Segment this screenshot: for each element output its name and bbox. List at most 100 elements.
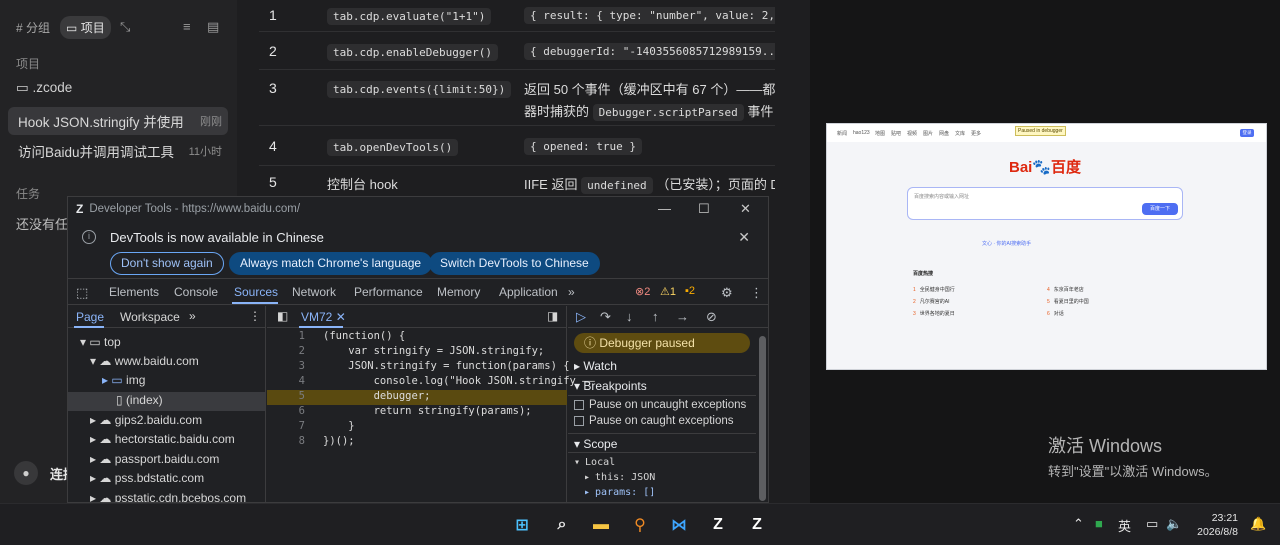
tab-group[interactable]: # 分组 [10, 16, 56, 39]
tab-memory[interactable]: Memory [437, 285, 480, 299]
tree-item-domain[interactable]: ▸ ☁ hectorstatic.baidu.com [90, 432, 235, 446]
toggle-debugger-icon[interactable]: ◨ [547, 309, 558, 323]
tab-page[interactable]: Page [76, 310, 104, 324]
scope-var-this[interactable]: ▸ this: JSON [584, 472, 655, 483]
switch-to-chinese-button[interactable]: Switch DevTools to Chinese [429, 252, 600, 275]
preview-nav-link: 图片 [923, 131, 934, 137]
step-into-icon[interactable]: ↓ [626, 309, 633, 324]
tree-selection [68, 392, 265, 411]
step-icon[interactable]: → [676, 309, 689, 324]
collapse-icon[interactable]: ⤡ [120, 19, 130, 35]
debugger-scrollbar[interactable] [759, 336, 766, 501]
code-line: 8})(); [298, 435, 355, 447]
zcode-app-icon[interactable]: Z [706, 513, 730, 537]
tab-projects[interactable]: ▭ 项目 [60, 16, 111, 39]
tab-sources[interactable]: Sources [234, 285, 278, 299]
match-language-button[interactable]: Always match Chrome's language [229, 252, 433, 275]
tab-performance[interactable]: Performance [354, 285, 423, 299]
pause-caught-checkbox[interactable]: Pause on caught exceptions [574, 415, 734, 427]
network-icon[interactable]: ▭ [1146, 516, 1158, 532]
tab-network[interactable]: Network [292, 285, 336, 299]
filter-icon[interactable]: ≡ [183, 19, 191, 34]
close-tab-icon[interactable]: ✕ [336, 310, 346, 324]
inspect-icon[interactable]: ⬚ [76, 285, 88, 301]
tree-item-domain[interactable]: ▸ ☁ gips2.baidu.com [90, 413, 202, 427]
file-explorer-icon[interactable]: ▬ [589, 513, 613, 537]
project-folder[interactable]: ▭ .zcode [16, 80, 72, 96]
sidebar-segment-tabs: # 分组 ▭ 项目 [10, 16, 111, 39]
cloud-icon: ▸ ☁ [90, 413, 115, 427]
resume-icon[interactable]: ▷ [576, 309, 586, 325]
tree-item-domain[interactable]: ▾ ☁ www.baidu.com [90, 354, 199, 368]
scope-local[interactable]: ▾ Local [574, 457, 615, 468]
paw-icon: 🐾 [1032, 159, 1052, 176]
preview-hot-item: 1 全民健身中国行 [913, 287, 955, 293]
active-tab-indicator [74, 326, 104, 328]
code-line: 3 JSON.stringify = function(params) { [298, 360, 570, 372]
tree-item-domain[interactable]: ▸ ☁ psstatic.cdn.bcebos.com [90, 491, 247, 503]
tab-console[interactable]: Console [174, 285, 218, 299]
result-text: 返回 50 个事件（缓冲区中有 67 个）——都 [524, 82, 775, 97]
tab-elements[interactable]: Elements [109, 285, 159, 299]
more-tabs-icon[interactable]: » [568, 285, 575, 299]
tree-item-folder[interactable]: ▸ ▭ img [102, 373, 145, 387]
tree-item-file[interactable]: ▯ (index) [116, 393, 163, 407]
step-over-icon[interactable]: ↷ [600, 309, 611, 325]
code-text: console.log("Hook JSON.stringify —— [323, 375, 595, 387]
dont-show-again-button[interactable]: Don't show again [110, 252, 224, 275]
minimize-icon[interactable]: — [658, 201, 671, 216]
debugger-paused-status: ⓘ Debugger paused [574, 333, 750, 353]
input-language[interactable]: 英 [1118, 516, 1131, 535]
preview-nav-link: hao123 [853, 130, 870, 136]
error-badge[interactable]: ⊗2 [635, 285, 650, 298]
toggle-navigator-icon[interactable]: ◧ [277, 309, 288, 323]
thread-item-hook[interactable]: Hook JSON.stringify 并使用 刚刚 [8, 107, 228, 135]
deactivate-breakpoints-icon[interactable]: ⊘ [706, 309, 717, 325]
clock[interactable]: 23:21 2026/8/8 [1197, 511, 1238, 539]
close-icon[interactable]: ✕ [740, 201, 751, 217]
watch-section[interactable]: ▸ Watch [568, 356, 756, 376]
scope-section[interactable]: ▾ Scope [568, 433, 756, 453]
tab-application[interactable]: Application [499, 285, 558, 299]
tray-overflow-icon[interactable]: ⌃ [1073, 516, 1084, 532]
banner-close-icon[interactable]: ✕ [738, 229, 750, 246]
search-icon[interactable]: ⌕ [550, 513, 574, 537]
step-out-icon[interactable]: ↑ [652, 309, 659, 324]
breakpoints-section[interactable]: ▾ Breakpoints [568, 376, 756, 396]
navigator-tabs: Page Workspace » ⋮ [68, 306, 265, 328]
settings-gear-icon[interactable]: ⚙ [721, 285, 733, 301]
volume-icon[interactable]: 🔈 [1166, 516, 1182, 532]
more-options-icon[interactable]: ⋮ [750, 285, 763, 301]
maximize-icon[interactable]: ☐ [698, 201, 710, 217]
scope-var-params[interactable]: ▸ params: [] [584, 487, 655, 498]
tray-status-icon[interactable]: ■ [1095, 516, 1103, 531]
vscode-icon[interactable]: ⋈ [667, 513, 691, 537]
file-tab[interactable]: VM72 ✕ [301, 310, 346, 324]
tab-workspace[interactable]: Workspace [120, 310, 180, 324]
archive-icon[interactable]: ▤ [207, 19, 219, 35]
notification-bell-icon[interactable]: 🔔 [1250, 516, 1266, 532]
logo-part: Bai [1009, 159, 1033, 176]
result-chip: { opened: true } [524, 138, 642, 155]
active-tab-indicator [232, 302, 278, 304]
zcode-app-icon-2[interactable]: Z [745, 513, 769, 537]
more-options-icon[interactable]: ⋮ [249, 309, 261, 323]
thread-item-baidu[interactable]: 访问Baidu并调用调试工具 11小时 [8, 137, 228, 165]
results-table: 1 tab.cdp.evaluate("1+1") { result: { ty… [237, 0, 775, 200]
tree-label: psstatic.cdn.bcebos.com [114, 491, 247, 503]
warning-badge[interactable]: ⚠1 [660, 285, 676, 298]
code-line: 4 console.log("Hook JSON.stringify —— [298, 375, 595, 387]
issues-badge[interactable]: ▪2 [685, 285, 695, 297]
tree-item-top[interactable]: ▾ ▭ top [80, 335, 121, 349]
devtools-tabs: ⬚ Elements Console Sources Network Perfo… [68, 281, 768, 305]
code-line: 7 } [298, 420, 355, 432]
more-tabs-icon[interactable]: » [189, 309, 196, 323]
table-row: 2 tab.cdp.enableDebugger() { debuggerId:… [259, 32, 775, 70]
tree-item-domain[interactable]: ▸ ☁ passport.baidu.com [90, 452, 219, 466]
start-windows-icon[interactable]: ⊞ [510, 513, 534, 537]
tree-item-domain[interactable]: ▸ ☁ pss.bdstatic.com [90, 471, 204, 485]
magnifier-app-icon[interactable]: ⚲ [628, 513, 652, 537]
result-text: IIFE 返回 [524, 177, 578, 192]
devtools-window: Z Developer Tools - https://www.baidu.co… [67, 196, 769, 503]
pause-uncaught-checkbox[interactable]: Pause on uncaught exceptions [574, 399, 746, 411]
